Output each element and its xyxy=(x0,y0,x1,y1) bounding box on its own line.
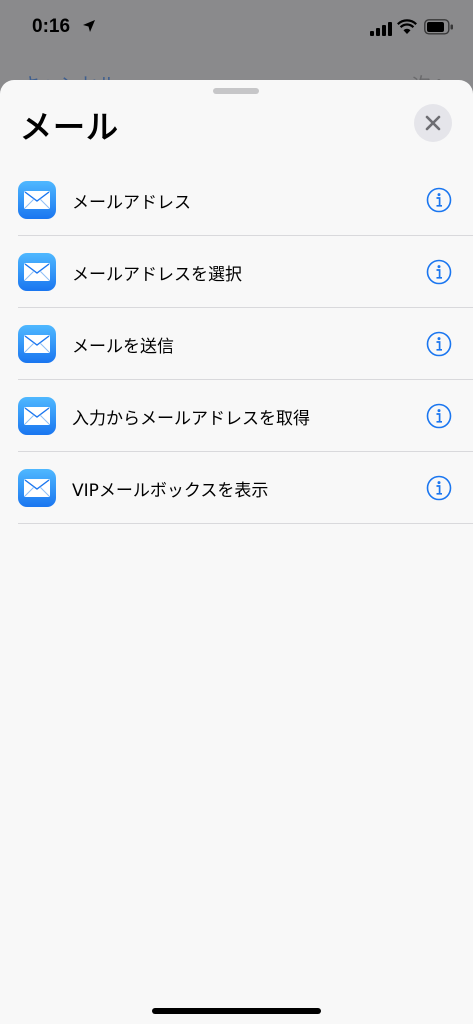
info-icon[interactable] xyxy=(426,331,452,357)
action-picker-sheet: メール メールアドレス メールアドレスを選択 メールを送信 入力からメールアドレ… xyxy=(0,80,473,1024)
sheet-grabber[interactable] xyxy=(213,88,259,94)
cellular-signal-icon xyxy=(370,21,392,40)
status-time: 0:16 xyxy=(32,16,71,37)
action-label: メールを送信 xyxy=(72,337,174,357)
mail-app-icon xyxy=(18,253,56,291)
status-bar: 0:16 xyxy=(0,0,473,58)
sheet-title: メール xyxy=(20,108,120,146)
action-row-get-email-from-input[interactable]: 入力からメールアドレスを取得 xyxy=(0,380,473,452)
home-indicator[interactable] xyxy=(152,1008,321,1014)
action-label: メールアドレス xyxy=(72,193,191,213)
action-list: メールアドレス メールアドレスを選択 メールを送信 入力からメールアドレスを取得… xyxy=(0,164,473,524)
info-icon[interactable] xyxy=(426,403,452,429)
action-row-send-email[interactable]: メールを送信 xyxy=(0,308,473,380)
mail-app-icon xyxy=(18,181,56,219)
action-row-email-address[interactable]: メールアドレス xyxy=(0,164,473,236)
location-arrow-icon xyxy=(82,18,96,37)
action-row-select-email-address[interactable]: メールアドレスを選択 xyxy=(0,236,473,308)
info-icon[interactable] xyxy=(426,259,452,285)
action-label: VIPメールボックスを表示 xyxy=(72,481,269,501)
close-icon xyxy=(425,115,441,131)
mail-app-icon xyxy=(18,469,56,507)
mail-app-icon xyxy=(18,325,56,363)
action-row-show-vip-mailbox[interactable]: VIPメールボックスを表示 xyxy=(0,452,473,524)
info-icon[interactable] xyxy=(426,475,452,501)
row-divider xyxy=(18,523,473,524)
action-label: 入力からメールアドレスを取得 xyxy=(72,409,310,429)
wifi-icon xyxy=(397,19,417,39)
info-icon[interactable] xyxy=(426,187,452,213)
action-label: メールアドレスを選択 xyxy=(72,265,242,285)
mail-app-icon xyxy=(18,397,56,435)
battery-icon xyxy=(424,19,454,39)
close-button[interactable] xyxy=(414,104,452,142)
